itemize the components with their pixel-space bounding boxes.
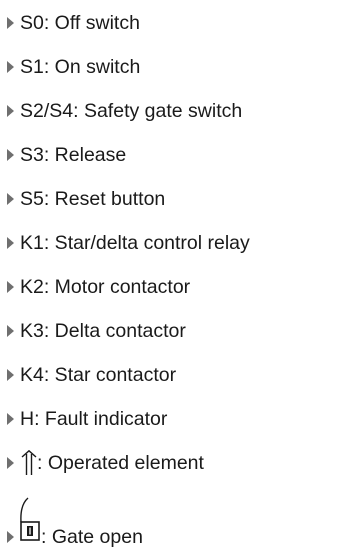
legend-label: : Operated element (37, 452, 204, 474)
bullet-icon (7, 531, 14, 543)
bullet-icon (7, 457, 14, 469)
bullet-icon (7, 105, 14, 117)
legend-label: S2/S4: Safety gate switch (20, 100, 243, 122)
double-arrow-up-icon (21, 450, 37, 475)
gate-open-icon (20, 497, 40, 541)
bullet-icon (7, 413, 14, 425)
bullet-icon (7, 325, 14, 337)
legend-label: K4: Star contactor (20, 364, 177, 386)
bullet-icon (7, 149, 14, 161)
legend-item-k4: K4: Star contactor (0, 363, 349, 393)
legend-item-s5: S5: Reset button (0, 187, 349, 217)
legend-label: H: Fault indicator (20, 408, 168, 430)
legend-item-s3: S3: Release (0, 143, 349, 173)
legend-item-k2: K2: Motor contactor (0, 275, 349, 305)
legend-label: S3: Release (20, 144, 127, 166)
legend-item-k1: K1: Star/delta control relay (0, 231, 349, 261)
bullet-icon (7, 193, 14, 205)
legend-label: S0: Off switch (20, 12, 140, 34)
legend-item-s0: S0: Off switch (0, 11, 349, 41)
legend-label: K1: Star/delta control relay (20, 232, 250, 254)
legend-item-k3: K3: Delta contactor (0, 319, 349, 349)
bullet-icon (7, 237, 14, 249)
legend-label: : Gate open (41, 526, 143, 548)
bullet-icon (7, 61, 14, 73)
legend-label: S1: On switch (20, 56, 141, 78)
legend-item-s2-s4: S2/S4: Safety gate switch (0, 99, 349, 129)
bullet-icon (7, 281, 14, 293)
legend-item-h: H: Fault indicator (0, 407, 349, 437)
legend-item-s1: S1: On switch (0, 55, 349, 85)
legend-item-operated-element: : Operated element (0, 450, 349, 482)
legend-label: K3: Delta contactor (20, 320, 186, 342)
legend-label: K2: Motor contactor (20, 276, 191, 298)
legend-item-gate-open: : Gate open (0, 496, 349, 548)
bullet-icon (7, 17, 14, 29)
legend-label: S5: Reset button (20, 188, 166, 210)
bullet-icon (7, 369, 14, 381)
